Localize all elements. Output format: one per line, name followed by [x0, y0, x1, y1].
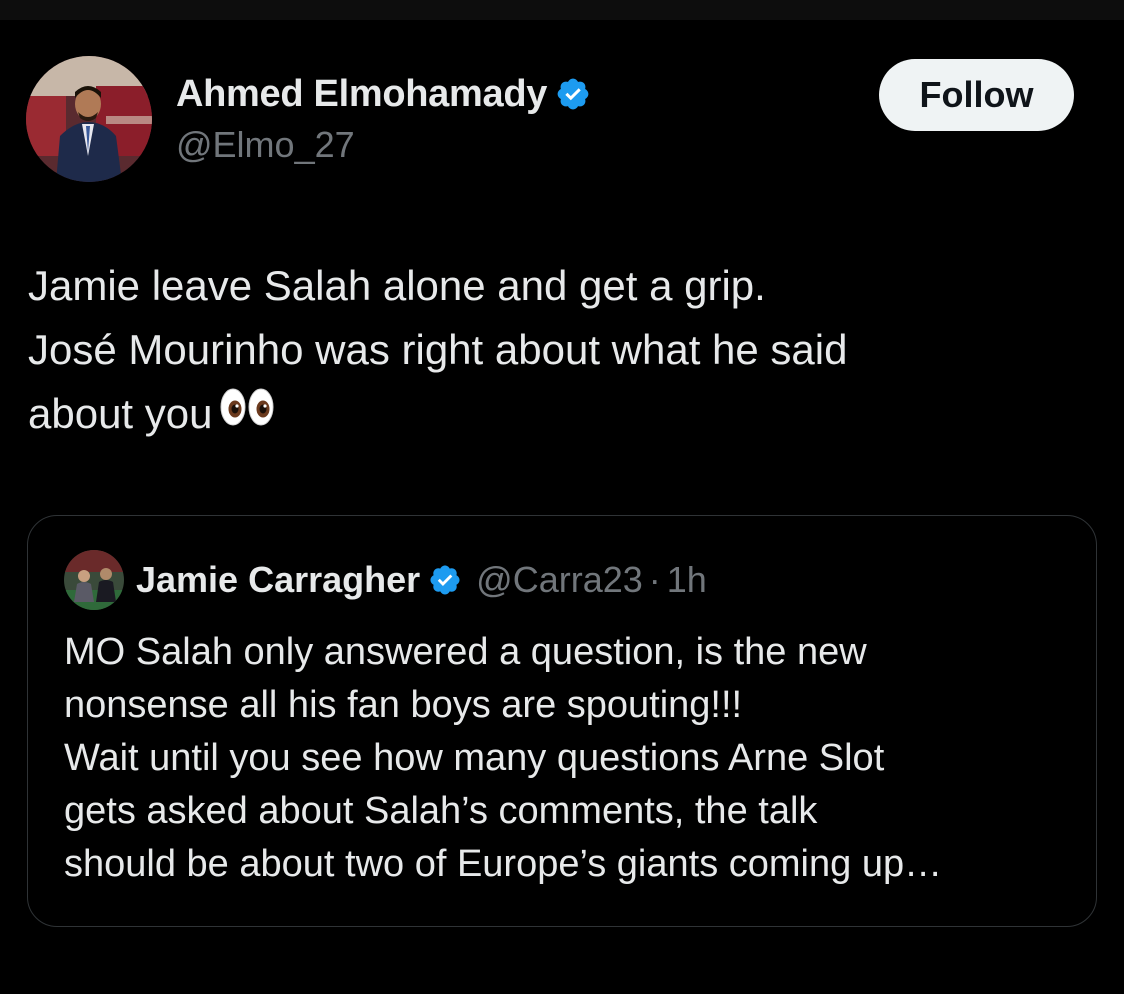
quote-author-handle[interactable]: @Carra23	[476, 559, 643, 601]
quote-text-line: Wait until you see how many questions Ar…	[64, 737, 885, 779]
profile-photo-icon	[26, 56, 152, 182]
quote-header: Jamie Carragher @Carra23 · 1h	[64, 550, 707, 610]
tweet-text-line: José Mourinho was right about what he sa…	[28, 326, 848, 373]
quote-separator: ·	[648, 559, 661, 600]
follow-button[interactable]: Follow	[879, 59, 1074, 131]
quote-text-line: nonsense all his fan boys are spouting!!…	[64, 684, 743, 726]
quote-profile-photo-icon	[64, 550, 124, 610]
quote-text-line: MO Salah only answered a question, is th…	[64, 631, 867, 673]
quote-text-line: should be about two of Europe’s giants c…	[64, 843, 943, 885]
quoted-tweet-card[interactable]: Jamie Carragher @Carra23 · 1h MO Salah o…	[27, 515, 1097, 927]
quote-timestamp[interactable]: 1h	[667, 559, 707, 601]
quote-author-display-name[interactable]: Jamie Carragher	[136, 559, 420, 601]
author-name-row: Ahmed Elmohamady	[176, 72, 591, 116]
tweet-text: Jamie leave Salah alone and get a grip. …	[28, 254, 1088, 449]
top-strip	[0, 0, 1124, 20]
author-handle[interactable]: @Elmo_27	[176, 124, 355, 166]
eyes-emoji-icon	[219, 381, 277, 445]
tweet-text-line: Jamie leave Salah alone and get a grip.	[28, 262, 766, 309]
verified-badge-icon	[555, 76, 591, 112]
quote-author-avatar[interactable]	[64, 550, 124, 610]
quote-text-line: gets asked about Salah’s comments, the t…	[64, 790, 818, 832]
quote-text: MO Salah only answered a question, is th…	[64, 626, 1074, 891]
author-avatar[interactable]	[26, 56, 152, 182]
verified-badge-icon	[428, 563, 462, 597]
tweet-text-line-last: about you	[28, 382, 1088, 449]
author-display-name[interactable]: Ahmed Elmohamady	[176, 73, 547, 116]
tweet-text-line: about you	[28, 390, 213, 437]
